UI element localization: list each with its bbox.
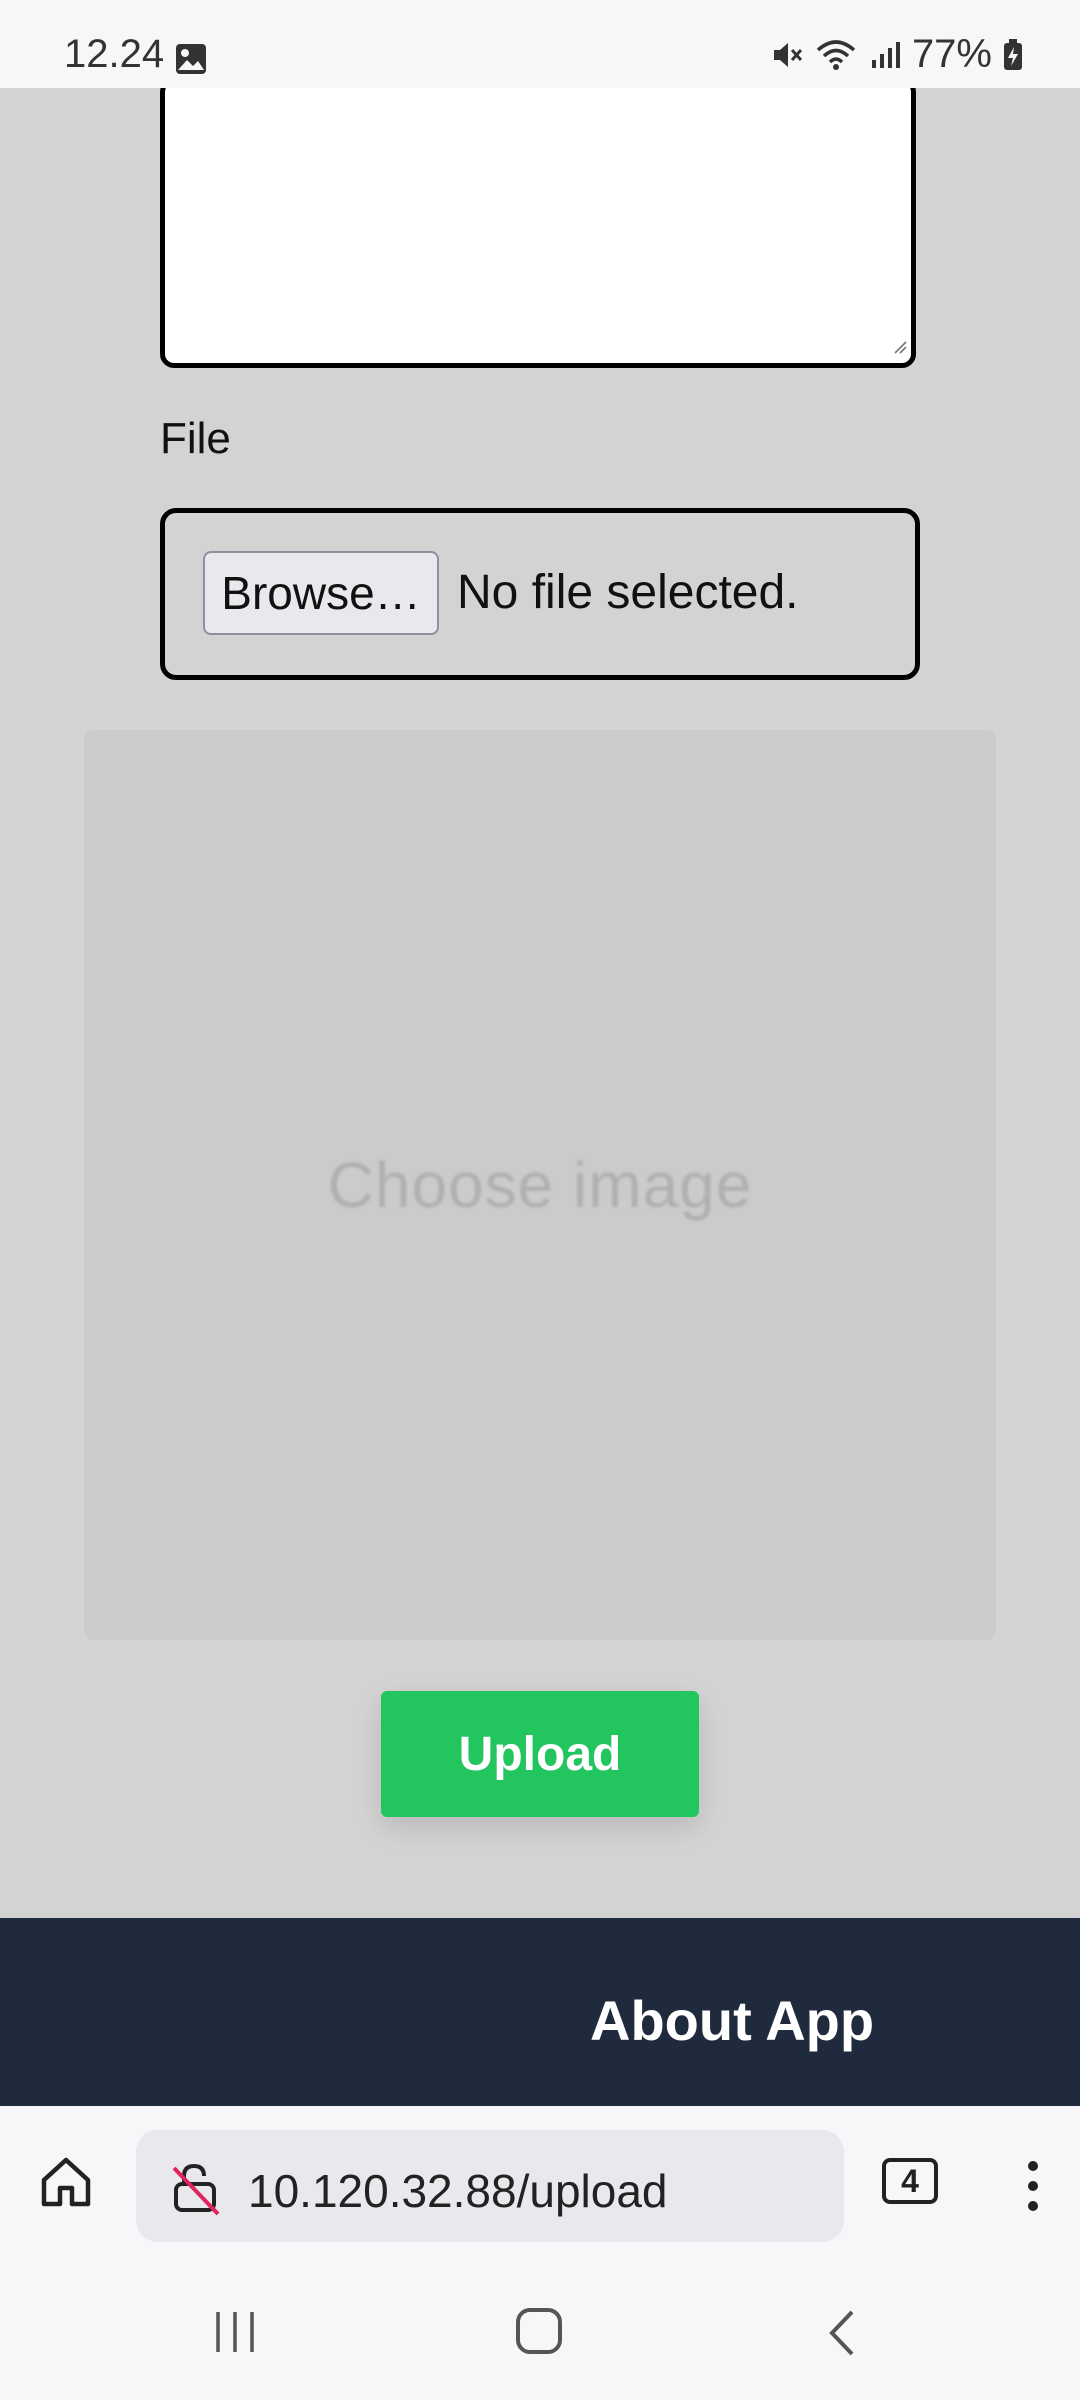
status-icons: 77% (770, 32, 1024, 77)
recent-apps-icon[interactable] (212, 2310, 258, 2359)
browse-button[interactable]: Browse… (203, 551, 439, 635)
battery-percent: 77% (911, 32, 992, 76)
address-bar[interactable]: 10.120.32.88/upload (136, 2130, 844, 2242)
description-textarea[interactable] (160, 78, 916, 368)
footer: About App (0, 1918, 1080, 2118)
image-preview[interactable]: Choose image (84, 730, 996, 1640)
preview-placeholder: Choose image (327, 1149, 753, 1221)
file-input[interactable]: Browse… No file selected. (160, 508, 920, 680)
back-icon[interactable] (824, 2308, 858, 2363)
nav-home-icon[interactable] (514, 2306, 564, 2361)
signal-icon (868, 38, 902, 72)
system-nav-bar (0, 2254, 1080, 2400)
battery-icon (1002, 38, 1024, 72)
resize-grip-icon[interactable] (891, 338, 907, 359)
mute-icon (770, 38, 804, 72)
home-icon[interactable] (36, 2152, 96, 2217)
more-menu-icon[interactable] (1018, 2156, 1048, 2221)
file-status-text: No file selected. (457, 566, 799, 619)
footer-title: About App (590, 1989, 875, 2052)
upload-button[interactable]: Upload (381, 1691, 699, 1817)
gallery-icon (174, 42, 208, 81)
status-time: 12.24 (64, 32, 165, 76)
insecure-lock-icon[interactable] (166, 2158, 226, 2223)
wifi-icon (814, 38, 858, 72)
url-text: 10.120.32.88/upload (248, 2165, 668, 2217)
browser-toolbar: 10.120.32.88/upload 4 (0, 2106, 1080, 2254)
tabs-button[interactable]: 4 (882, 2158, 938, 2204)
file-label: File (160, 414, 231, 463)
status-bar: 12.24 77% (0, 0, 1080, 88)
